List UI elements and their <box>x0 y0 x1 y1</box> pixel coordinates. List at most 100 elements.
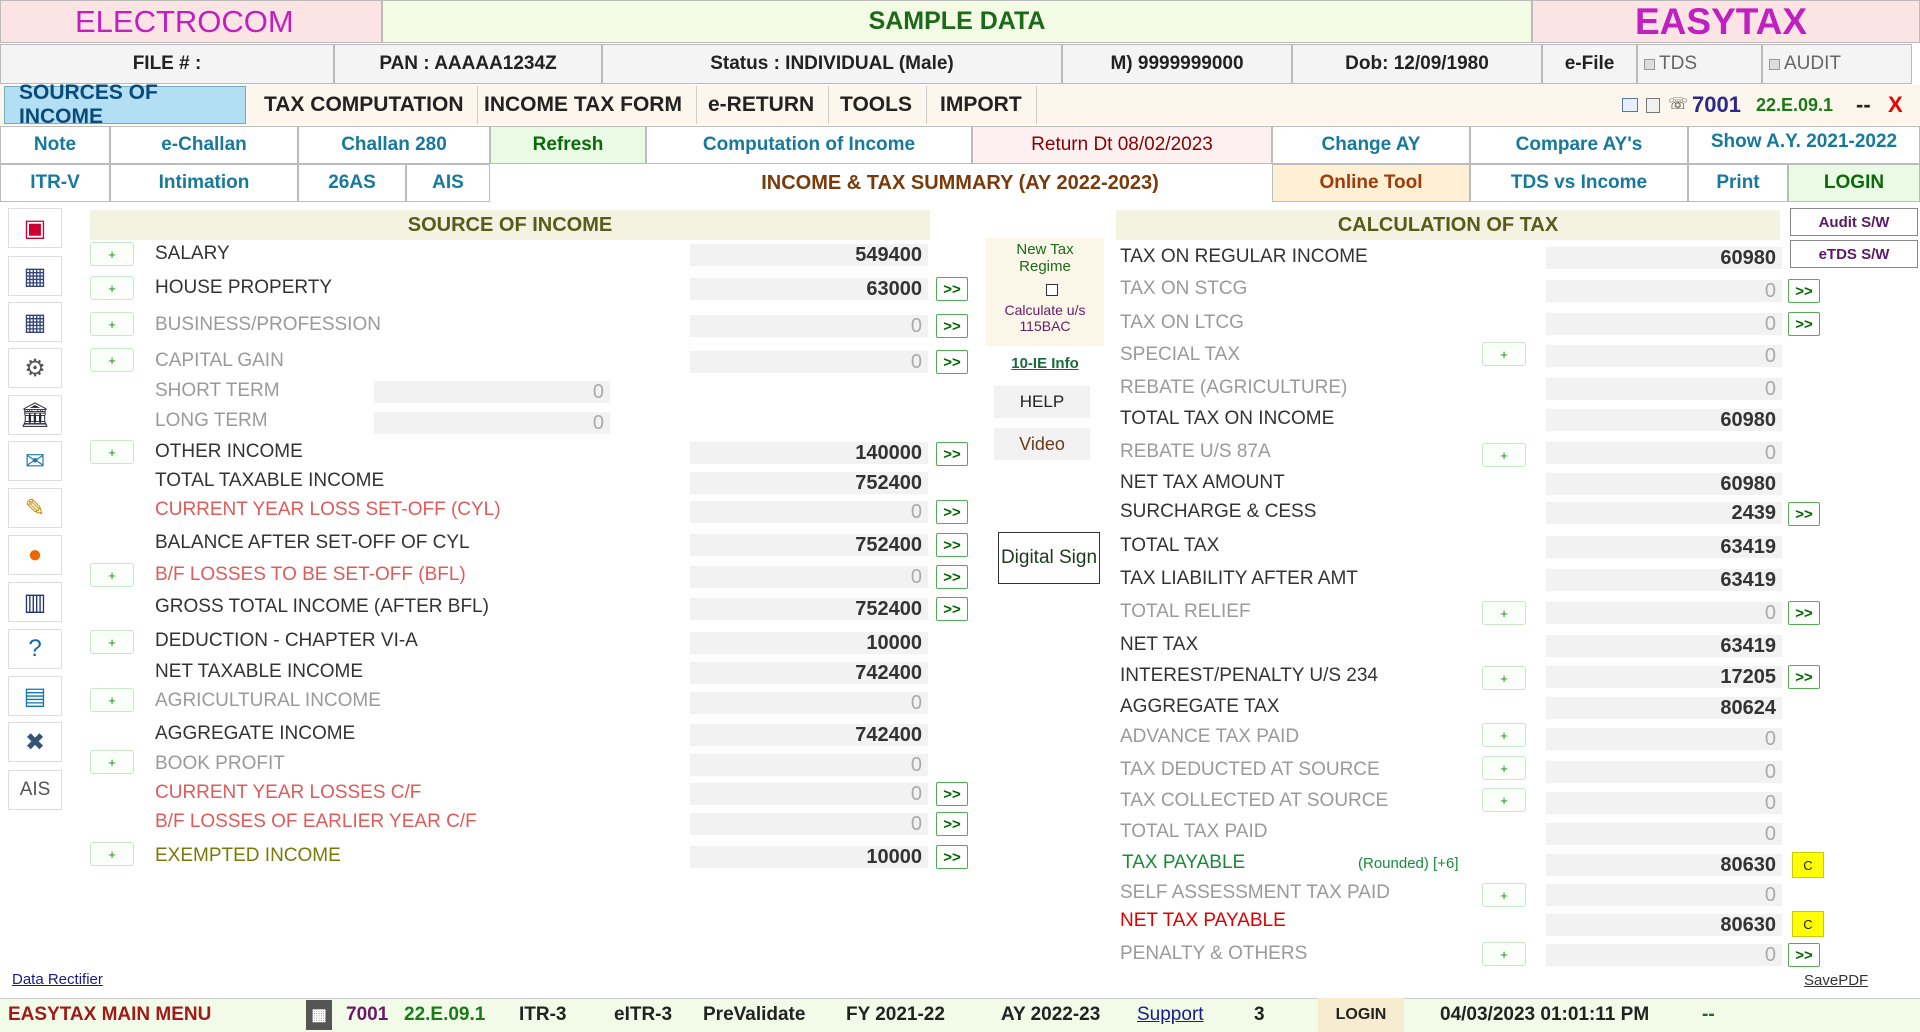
support-link[interactable]: Support <box>1137 998 1204 1032</box>
intimation-button[interactable]: Intimation <box>110 164 298 202</box>
bfl-details-button[interactable]: >> <box>936 565 968 589</box>
menu-tax-computation[interactable]: TAX COMPUTATION <box>250 86 479 124</box>
certificate-icon[interactable]: ▣ <box>8 208 62 248</box>
tax-stcg-details-button[interactable]: >> <box>1788 279 1820 303</box>
business-details-button[interactable]: >> <box>936 314 968 338</box>
balance-cyl-details-button[interactable]: >> <box>936 533 968 557</box>
tds-add-button[interactable]: + <box>1482 756 1526 780</box>
gross-total-income-details-button[interactable]: >> <box>936 597 968 621</box>
show-ay-button[interactable]: Show A.Y. 2021-2022 <box>1688 126 1920 164</box>
help-button[interactable]: HELP <box>994 386 1090 418</box>
menu-income-tax-form[interactable]: INCOME TAX FORM <box>470 86 697 124</box>
new-tax-regime-checkbox[interactable] <box>1046 284 1058 296</box>
phone-icon[interactable]: ☏ <box>1668 94 1688 114</box>
bfl-add-button[interactable]: + <box>90 563 134 587</box>
compare-ays-button[interactable]: Compare AY's <box>1470 126 1688 164</box>
digital-sign-button[interactable]: Digital Sign <box>998 532 1100 584</box>
data-rectifier-link[interactable]: Data Rectifier <box>12 971 103 988</box>
note-button[interactable]: Note <box>0 126 110 164</box>
tcs-add-button[interactable]: + <box>1482 788 1526 812</box>
capital-gain-details-button[interactable]: >> <box>936 350 968 374</box>
prevalidate-button[interactable]: PreValidate <box>703 998 805 1032</box>
salary-add-button[interactable]: + <box>90 242 134 266</box>
calculator-icon[interactable]: ▦ <box>306 1000 332 1030</box>
total-relief-add-button[interactable]: + <box>1482 601 1526 625</box>
online-tool-button[interactable]: Online Tool <box>1272 164 1470 202</box>
calendar-w-icon[interactable]: ▦ <box>8 302 62 342</box>
10-ie-info-link[interactable]: 10-IE Info <box>986 355 1104 372</box>
eitr3-button[interactable]: eITR-3 <box>614 998 672 1032</box>
calendar-t-icon[interactable]: ▦ <box>8 256 62 296</box>
tds-checkbox[interactable]: TDS <box>1637 44 1762 84</box>
menu-e-return[interactable]: e-RETURN <box>694 86 830 124</box>
agricultural-add-button[interactable]: + <box>90 688 134 712</box>
ais-icon[interactable]: AIS <box>8 770 62 810</box>
house-property-details-button[interactable]: >> <box>936 277 968 301</box>
close-button[interactable]: X <box>1888 92 1903 118</box>
bf-losses-cf-details-button[interactable]: >> <box>936 812 968 836</box>
self-assessment-add-button[interactable]: + <box>1482 883 1526 907</box>
print-button[interactable]: Print <box>1688 164 1788 202</box>
gears-icon[interactable]: ⚙ <box>8 348 62 388</box>
itr3-button[interactable]: ITR-3 <box>519 998 567 1032</box>
exempted-income-details-button[interactable]: >> <box>936 845 968 869</box>
tools-icon[interactable]: ✖ <box>8 722 62 762</box>
e-challan-button[interactable]: e-Challan <box>110 126 298 164</box>
audit-sw-button[interactable]: Audit S/W <box>1790 208 1918 236</box>
mobile-chat-icon[interactable]: ✉ <box>8 441 62 481</box>
cyl-label: CURRENT YEAR LOSS SET-OFF (CYL) <box>155 499 501 520</box>
rebate-87a-add-button[interactable]: + <box>1482 443 1526 467</box>
edit-pencil-icon[interactable]: ✎ <box>8 488 62 528</box>
menu-import[interactable]: IMPORT <box>926 86 1037 124</box>
other-income-add-button[interactable]: + <box>90 440 134 464</box>
surcharge-cess-details-button[interactable]: >> <box>1788 502 1820 526</box>
main-menu-button[interactable]: EASYTAX MAIN MENU <box>8 998 211 1032</box>
total-relief-details-button[interactable]: >> <box>1788 601 1820 625</box>
document-icon[interactable] <box>1646 98 1660 113</box>
footer-login-button[interactable]: LOGIN <box>1318 998 1404 1032</box>
etds-sw-button[interactable]: eTDS S/W <box>1790 240 1918 268</box>
bank-icon[interactable]: 🏛 <box>8 395 62 435</box>
document-orange-icon[interactable]: ● <box>8 535 62 575</box>
tds-vs-income-button[interactable]: TDS vs Income <box>1470 164 1688 202</box>
net-tax-payable-c-button[interactable]: C <box>1792 911 1824 937</box>
penalty-others-details-button[interactable]: >> <box>1788 943 1820 967</box>
person-chart-icon[interactable]: ▤ <box>8 676 62 716</box>
penalty-others-add-button[interactable]: + <box>1482 942 1526 966</box>
itr-v-button[interactable]: ITR-V <box>0 164 110 202</box>
exempted-income-add-button[interactable]: + <box>90 842 134 866</box>
tax-ltcg-details-button[interactable]: >> <box>1788 312 1820 336</box>
interest-penalty-details-button[interactable]: >> <box>1788 665 1820 689</box>
video-button[interactable]: Video <box>994 428 1090 460</box>
menu-tools[interactable]: TOOLS <box>826 86 927 124</box>
tax-payable-c-button[interactable]: C <box>1792 852 1824 878</box>
change-ay-button[interactable]: Change AY <box>1272 126 1470 164</box>
advance-tax-add-button[interactable]: + <box>1482 723 1526 747</box>
tcs-value: 0 <box>1546 792 1782 814</box>
business-add-button[interactable]: + <box>90 312 134 336</box>
26as-button[interactable]: 26AS <box>298 164 406 202</box>
other-income-details-button[interactable]: >> <box>936 442 968 466</box>
efile-button[interactable]: e-File <box>1542 44 1637 84</box>
deduction-add-button[interactable]: + <box>90 630 134 654</box>
ais-button[interactable]: AIS <box>406 164 490 202</box>
challan-280-button[interactable]: Challan 280 <box>298 126 490 164</box>
house-property-add-button[interactable]: + <box>90 276 134 300</box>
capital-gain-add-button[interactable]: + <box>90 348 134 372</box>
return-date-button[interactable]: Return Dt 08/02/2023 <box>972 126 1272 164</box>
login-button[interactable]: LOGIN <box>1788 164 1920 202</box>
help-icon[interactable]: ? <box>8 629 62 669</box>
calendar-icon[interactable] <box>1622 98 1638 112</box>
computation-of-income-button[interactable]: Computation of Income <box>646 126 972 164</box>
minimize-button[interactable]: -- <box>1856 92 1871 118</box>
audit-checkbox[interactable]: AUDIT <box>1762 44 1912 84</box>
refresh-button[interactable]: Refresh <box>490 126 646 164</box>
menu-sources-of-income[interactable]: SOURCES OF INCOME <box>4 81 246 128</box>
interest-penalty-add-button[interactable]: + <box>1482 666 1526 690</box>
save-pdf-link[interactable]: SavePDF <box>1804 972 1868 989</box>
book-profit-add-button[interactable]: + <box>90 750 134 774</box>
cyl-details-button[interactable]: >> <box>936 500 968 524</box>
company-info-icon[interactable]: ▥ <box>8 582 62 622</box>
cy-losses-cf-details-button[interactable]: >> <box>936 782 968 806</box>
special-tax-add-button[interactable]: + <box>1482 342 1526 366</box>
